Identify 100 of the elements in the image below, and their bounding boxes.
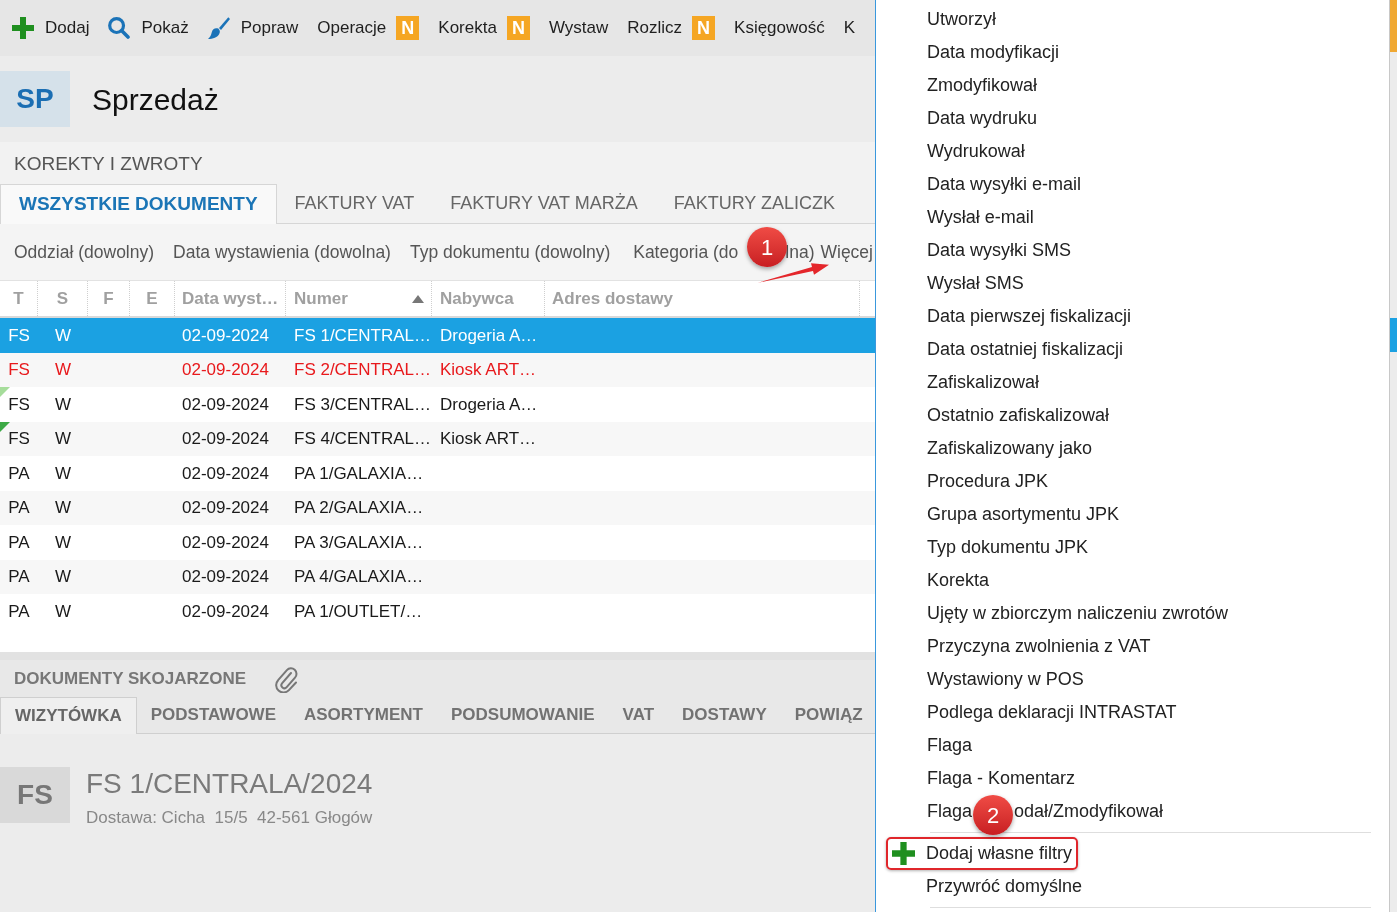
table-cell-text: W bbox=[54, 566, 71, 588]
menu-item[interactable]: Utworzył bbox=[927, 6, 996, 33]
filter-button[interactable]: Typ dokumentu (dowolny) bbox=[409, 242, 611, 262]
menu-item[interactable]: Zafiskalizowany jako bbox=[927, 435, 1093, 462]
tab[interactable]: DOSTAWY bbox=[668, 697, 781, 733]
table-cell-text: FS bbox=[8, 393, 30, 416]
tab[interactable]: FAKTURY ZALICZK bbox=[655, 184, 854, 223]
tab[interactable]: VAT bbox=[608, 697, 669, 733]
menu-item[interactable]: Data ostatniej fiskalizacji bbox=[927, 336, 1124, 363]
table-cell-text: W bbox=[54, 359, 71, 381]
table-cell-text: PA bbox=[8, 566, 30, 588]
tab[interactable]: FAKTURY VAT MARŻA bbox=[432, 184, 656, 223]
menu-item[interactable]: Flaga bbox=[927, 798, 973, 825]
paperclip-icon[interactable] bbox=[274, 664, 299, 693]
tab[interactable]: ASORTYMENT bbox=[290, 697, 437, 733]
menu-item[interactable]: Data wydruku bbox=[927, 105, 1038, 132]
menu-item[interactable]: Przywróć domyślne bbox=[886, 870, 1089, 903]
filter-button[interactable]: lna) bbox=[785, 242, 815, 262]
table-cell-text: PA 1/OUTLET/… bbox=[294, 600, 423, 623]
menu-item[interactable]: Korekta bbox=[927, 567, 990, 594]
new-badge: N bbox=[506, 16, 530, 40]
new-badge: N bbox=[692, 16, 716, 40]
table-cell-text: 02-09-2024 bbox=[182, 497, 269, 519]
table-cell-text: W bbox=[54, 428, 71, 450]
brush-icon bbox=[207, 17, 230, 39]
menu-item[interactable]: Typ dokumentu JPK bbox=[927, 534, 1089, 561]
menu-item[interactable]: Wystawiony w POS bbox=[927, 666, 1084, 693]
table-cell-text: FS 3/CENTRAL… bbox=[294, 393, 431, 416]
table-cell-text: PA 1/GALAXIA… bbox=[294, 462, 424, 485]
sort-up-icon bbox=[412, 294, 424, 303]
toolbar-button[interactable]: Wystaw bbox=[548, 15, 609, 41]
toolbar-button[interactable]: Operacje bbox=[317, 15, 387, 41]
filter-button[interactable]: Data wystawienia (dowolna) bbox=[173, 242, 391, 262]
menu-item[interactable]: Data wysyłki SMS bbox=[927, 237, 1072, 264]
menu-item[interactable]: Dodaj własne filtry bbox=[886, 837, 1079, 870]
menu-item[interactable]: Zmodyfikował bbox=[927, 72, 1038, 99]
table-cell-text: FS bbox=[8, 428, 30, 450]
menu-item[interactable]: Ujęty w zbiorczym naliczeniu zwrotów bbox=[927, 600, 1229, 627]
menu-item[interactable]: Data modyfikacji bbox=[927, 39, 1060, 66]
table-cell-text: PA 4/GALAXIA… bbox=[294, 566, 424, 588]
toolbar-button[interactable]: Dodaj bbox=[12, 15, 90, 41]
table-cell-text: 02-09-2024 bbox=[182, 324, 269, 347]
menu-item[interactable]: Podlega deklaracji INTRASTAT bbox=[927, 699, 1177, 726]
toolbar-button[interactable]: Popraw bbox=[207, 15, 299, 41]
document-title: FS 1/CENTRALA/2024 bbox=[86, 767, 373, 801]
more-filters-link[interactable]: Więcej bbox=[820, 242, 873, 262]
filter-button[interactable]: Kategoria (do bbox=[633, 242, 739, 262]
plus-icon bbox=[892, 842, 915, 865]
table-cell-text: Drogeria A… bbox=[440, 393, 538, 416]
menu-item[interactable]: Data pierwszej fiskalizacji bbox=[927, 303, 1132, 330]
table-row[interactable]: FS W 02-09-2024 FS 2/CENTRAL… Kiosk ART… bbox=[0, 352, 875, 387]
menu-item[interactable]: Wysłał e-mail bbox=[927, 204, 1034, 231]
tab[interactable]: POWIĄZ bbox=[780, 697, 875, 733]
table-cell-text: Drogeria A… bbox=[440, 324, 538, 347]
toolbar-button[interactable]: Księgowość bbox=[734, 15, 825, 41]
menu-item[interactable]: Wysłał SMS bbox=[927, 270, 1024, 297]
table-cell-text: PA bbox=[8, 600, 30, 623]
toolbar-button[interactable]: Pokaż bbox=[108, 15, 189, 41]
table-row[interactable]: FS W 02-09-2024 FS 4/CENTRAL… Kiosk ART… bbox=[0, 421, 875, 456]
table-cell-text: 02-09-2024 bbox=[182, 428, 269, 450]
menu-item[interactable]: Przyczyna zwolnienia z VAT bbox=[927, 633, 1151, 660]
module-badge: SP bbox=[0, 71, 70, 127]
menu-item[interactable]: Ostatnio zafiskalizował bbox=[927, 402, 1110, 429]
menu-item[interactable]: Data wysyłki e-mail bbox=[927, 171, 1082, 198]
filter-button[interactable]: Oddział (dowolny) bbox=[14, 242, 155, 262]
table-cell-text: W bbox=[54, 324, 71, 347]
tab[interactable]: PODSTAWOWE bbox=[136, 697, 290, 733]
table-cell-text: PA 2/GALAXIA… bbox=[294, 497, 424, 519]
table-cell-text: 02-09-2024 bbox=[182, 600, 269, 623]
table-cell-text: FS bbox=[8, 324, 30, 347]
tab[interactable]: FAKTURY VAT bbox=[276, 184, 433, 223]
table-row[interactable]: PA W 02-09-2024 PA 2/GALAXIA… bbox=[0, 490, 875, 525]
menu-item[interactable]: odał/Zmodyfikował bbox=[1014, 798, 1164, 825]
table-cell-text: W bbox=[54, 600, 71, 623]
new-badge: N bbox=[396, 16, 420, 40]
table-cell-text: FS bbox=[8, 359, 30, 381]
menu-item[interactable]: Grupa asortymentu JPK bbox=[927, 501, 1120, 528]
table-cell-text: 02-09-2024 bbox=[182, 393, 269, 416]
table-cell-text: PA bbox=[8, 497, 30, 519]
table-row[interactable]: PA W 02-09-2024 PA 4/GALAXIA… bbox=[0, 559, 875, 594]
table-cell-text: FS 2/CENTRAL… bbox=[294, 359, 431, 381]
document-type-badge: FS bbox=[0, 767, 70, 823]
table-cell-text: W bbox=[54, 462, 71, 485]
toolbar-button[interactable]: Rozlicz bbox=[627, 15, 683, 41]
plus-icon bbox=[12, 17, 34, 39]
table-cell-text: 02-09-2024 bbox=[182, 462, 269, 485]
table-cell-text: Kiosk ART… bbox=[440, 428, 537, 450]
section-title: KOREKTY I ZWROTY bbox=[14, 151, 203, 176]
tab[interactable]: WIZYTÓWKA bbox=[0, 697, 137, 734]
table-cell-text: W bbox=[54, 497, 71, 519]
tab[interactable]: PODSUMOWANIE bbox=[437, 697, 609, 733]
tab[interactable]: WSZYSTKIE DOKUMENTY bbox=[0, 184, 277, 224]
table-cell-text: W bbox=[54, 393, 71, 416]
menu-item[interactable]: Wydrukował bbox=[927, 138, 1025, 165]
menu-item[interactable]: Procedura JPK bbox=[927, 468, 1049, 495]
menu-item[interactable]: Flaga bbox=[927, 732, 973, 759]
menu-item[interactable]: Zafiskalizował bbox=[927, 369, 1040, 396]
menu-item[interactable]: Flaga - Komentarz bbox=[927, 765, 1076, 792]
toolbar-button[interactable]: K bbox=[843, 15, 856, 41]
toolbar-button[interactable]: Korekta bbox=[438, 15, 497, 41]
